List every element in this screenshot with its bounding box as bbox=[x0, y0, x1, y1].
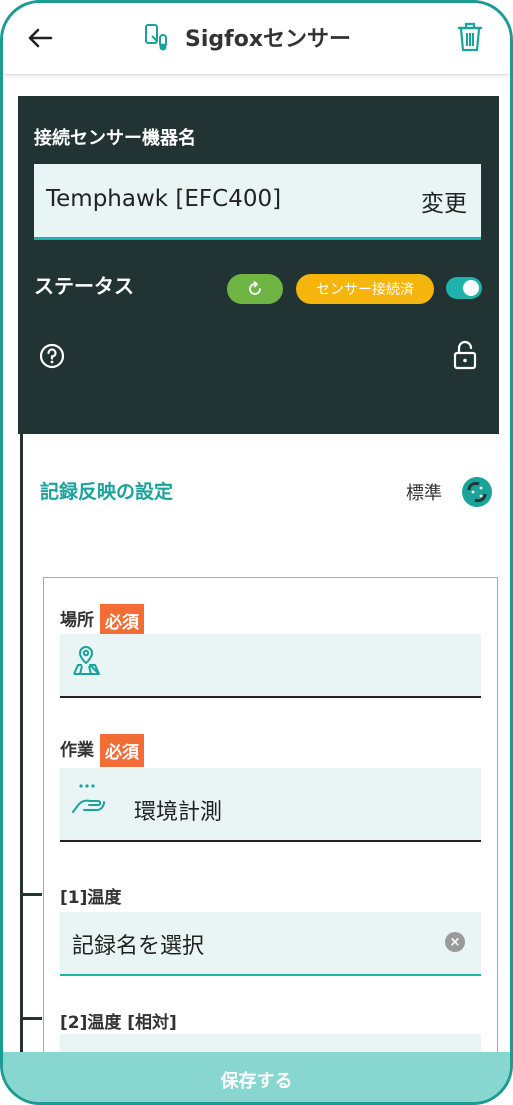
field2-label: [2]温度 [相対] bbox=[60, 1013, 177, 1033]
app-frame: Sigfoxセンサー 接続センサー機器名 Temphawk [EFC400] 変… bbox=[0, 0, 513, 1105]
field1-select[interactable]: 記録名を選択 × bbox=[60, 912, 481, 976]
device-label: 接続センサー機器名 bbox=[34, 128, 196, 149]
map-pin-icon bbox=[73, 645, 100, 675]
timeline-line bbox=[20, 434, 23, 1054]
status-toggle[interactable] bbox=[446, 277, 482, 299]
timeline-tick bbox=[20, 1017, 42, 1020]
header-title-group: Sigfoxセンサー bbox=[143, 17, 351, 57]
work-label: 作業 bbox=[60, 740, 94, 761]
page-title: Sigfoxセンサー bbox=[185, 27, 352, 52]
status-label: ステータス bbox=[34, 274, 134, 298]
field1-label: [1]温度 bbox=[60, 888, 122, 908]
work-value: 環境計測 bbox=[134, 800, 223, 825]
sensor-device-icon bbox=[145, 24, 167, 51]
change-button[interactable]: 変更 bbox=[421, 184, 467, 218]
settings-mode-label: 標準 bbox=[406, 483, 442, 504]
device-name-field[interactable]: Temphawk [EFC400] 変更 bbox=[34, 164, 481, 240]
record-form-card: 場所 必須 作業 必須 環境計測 [1]温度 記録名を選択 × [2]温度 [相… bbox=[43, 577, 498, 1094]
status-badge: センサー接続済 bbox=[296, 274, 434, 304]
swap-mode-icon[interactable] bbox=[461, 476, 493, 508]
required-badge: 必須 bbox=[100, 604, 144, 637]
refresh-icon bbox=[249, 281, 261, 295]
location-label-row: 場所 必須 bbox=[60, 604, 144, 637]
timeline-tick bbox=[20, 893, 42, 896]
unlock-icon[interactable] bbox=[452, 340, 478, 370]
clear-icon[interactable]: × bbox=[445, 932, 465, 952]
toggle-knob bbox=[463, 280, 479, 296]
location-field[interactable] bbox=[60, 634, 481, 698]
save-button[interactable]: 保存する bbox=[3, 1052, 510, 1102]
field1-value: 記録名を選択 bbox=[72, 934, 205, 959]
arrow-left-icon[interactable] bbox=[25, 23, 55, 53]
work-label-row: 作業 必須 bbox=[60, 734, 144, 767]
device-name: Temphawk [EFC400] bbox=[46, 186, 282, 212]
work-field[interactable]: 環境計測 bbox=[60, 768, 481, 842]
refresh-button[interactable] bbox=[227, 274, 283, 304]
required-badge: 必須 bbox=[100, 734, 144, 767]
record-settings-title: 記録反映の設定 bbox=[40, 481, 174, 503]
hand-work-icon bbox=[72, 784, 105, 813]
app-header: Sigfoxセンサー bbox=[3, 3, 510, 75]
trash-icon[interactable] bbox=[456, 21, 484, 53]
help-icon[interactable] bbox=[38, 342, 66, 370]
device-panel: 接続センサー機器名 Temphawk [EFC400] 変更 ステータス センサ… bbox=[18, 96, 499, 434]
location-label: 場所 bbox=[60, 610, 94, 631]
